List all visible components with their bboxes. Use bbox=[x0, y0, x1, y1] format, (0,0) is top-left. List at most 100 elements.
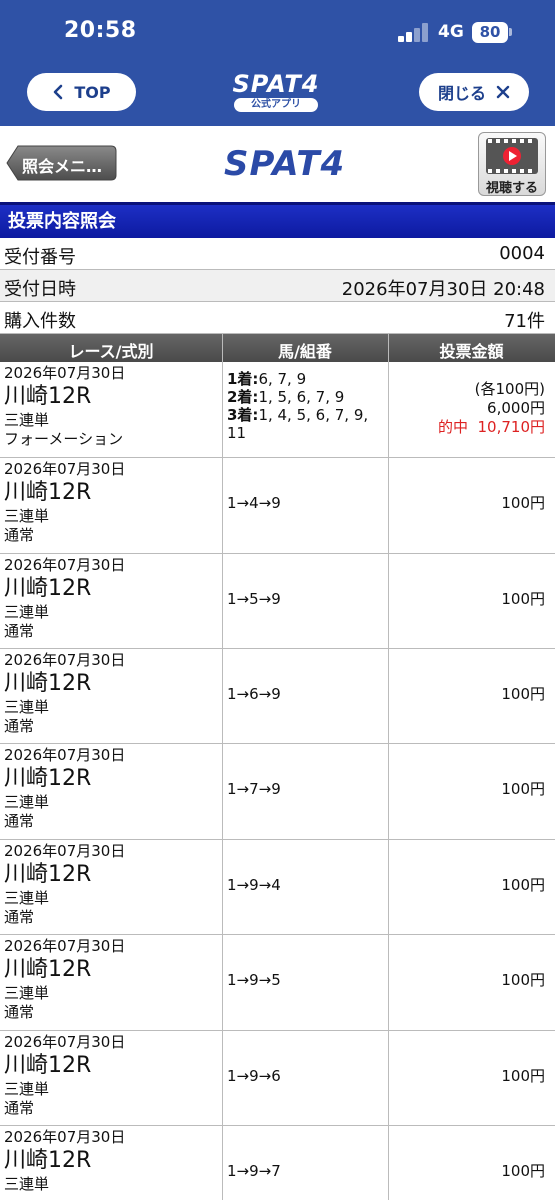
table-row: 2026年07月30日 川崎12R 三連単 通常 1→5→9 100円 bbox=[0, 554, 555, 649]
app-logo-sub: 公式アプリ bbox=[234, 98, 318, 112]
third-label: 3着: bbox=[227, 406, 259, 424]
table-row-formation: 2026年07月30日 川崎12R 三連単 フォーメーション 1着:6, 7, … bbox=[0, 362, 555, 458]
column-divider bbox=[222, 334, 223, 1200]
info-row-purchase-count: 購入件数 71件 bbox=[0, 302, 555, 334]
race-cell: 2026年07月30日 川崎12R 三連単 通常 bbox=[4, 460, 125, 545]
info-key: 受付番号 bbox=[4, 247, 76, 268]
app-logo-word: SPAT4 bbox=[232, 70, 320, 98]
bet-method: 通常 bbox=[4, 812, 35, 830]
table-row: 2026年07月30日 川崎12R 三連単 通常 1→9→5 100円 bbox=[0, 935, 555, 1031]
bet-method: 通常 bbox=[4, 1003, 35, 1021]
info-value: 71件 bbox=[504, 311, 545, 332]
header-race: レース/式別 bbox=[68, 342, 154, 361]
close-icon bbox=[496, 85, 510, 99]
amount-cell: 100円 bbox=[501, 494, 545, 512]
bet-type: 三連単 bbox=[4, 889, 50, 907]
play-icon bbox=[503, 147, 521, 165]
bet-method: 通常 bbox=[4, 622, 35, 640]
battery-tip bbox=[509, 28, 512, 36]
table-row: 2026年07月30日 川崎12R 三連単 通常 1→7→9 100円 bbox=[0, 744, 555, 840]
combo-cell: 1→9→5 bbox=[227, 971, 281, 989]
back-button-label: 照会メニ… bbox=[22, 157, 103, 176]
combo-cell: 1→5→9 bbox=[227, 590, 281, 608]
race-cell: 2026年07月30日 川崎12R 三連単 通常 bbox=[4, 842, 125, 927]
watch-button[interactable]: 視聴する bbox=[478, 132, 546, 196]
amount-cell: 100円 bbox=[501, 876, 545, 894]
top-button[interactable]: TOP bbox=[27, 73, 136, 111]
sub-header: 照会メニ… SPAT4 視聴する bbox=[0, 126, 555, 202]
race-cell: 2026年07月30日 川崎12R 三連単 通常 bbox=[4, 651, 125, 736]
amount-cell: 100円 bbox=[501, 971, 545, 989]
formation-combo: 1着:6, 7, 9 2着:1, 5, 6, 7, 9 3着:1, 4, 5, … bbox=[227, 370, 387, 442]
status-time: 20:58 bbox=[64, 18, 137, 43]
race-cell: 2026年07月30日 川崎12R 三連単 通常 bbox=[4, 556, 125, 641]
bet-type: 三連単 bbox=[4, 984, 50, 1002]
info-key: 受付日時 bbox=[4, 279, 76, 300]
info-key: 購入件数 bbox=[4, 311, 76, 332]
table-row: 2026年07月30日 川崎12R 三連単 通常 1→4→9 100円 bbox=[0, 458, 555, 554]
bet-type: 三連単 bbox=[4, 411, 50, 429]
race-cell: 2026年07月30日 川崎12R 三連単 フォーメーション bbox=[4, 364, 125, 449]
video-film-icon bbox=[486, 138, 538, 174]
info-row-receipt-datetime: 受付日時 2026年07月30日 20:48 bbox=[0, 270, 555, 302]
race-date: 2026年07月30日 bbox=[4, 651, 126, 669]
inquiry-menu-back-button[interactable]: 照会メニ… bbox=[6, 145, 117, 181]
combo-cell: 1→7→9 bbox=[227, 780, 281, 798]
close-button-label: 閉じる bbox=[437, 84, 486, 103]
battery-icon: 80 bbox=[472, 22, 508, 43]
race-venue: 川崎12R bbox=[4, 384, 92, 409]
bet-method: フォーメーション bbox=[4, 430, 124, 448]
race-date: 2026年07月30日 bbox=[4, 1128, 126, 1146]
race-date: 2026年07月30日 bbox=[4, 364, 126, 382]
amount-cell: (各100円) 6,000円 的中 10,710円 bbox=[438, 380, 545, 437]
second-picks: 1, 5, 6, 7, 9 bbox=[258, 388, 345, 406]
network-type: 4G bbox=[438, 22, 464, 42]
info-value: 0004 bbox=[499, 243, 545, 264]
combo-cell: 1→9→4 bbox=[227, 876, 281, 894]
bet-type: 三連単 bbox=[4, 793, 50, 811]
race-cell: 2026年07月30日 川崎12R 三連単 bbox=[4, 1128, 125, 1194]
combo-cell: 1→9→7 bbox=[227, 1162, 281, 1180]
third-picks-cont: 11 bbox=[227, 424, 247, 442]
hit-payout: 的中 10,710円 bbox=[438, 418, 545, 437]
signal-icon bbox=[398, 22, 432, 42]
second-label: 2着: bbox=[227, 388, 259, 406]
hit-label: 的中 bbox=[437, 418, 468, 436]
table-row: 2026年07月30日 川崎12R 三連単 通常 1→9→4 100円 bbox=[0, 840, 555, 935]
spat4-logo: SPAT4 bbox=[224, 144, 346, 184]
info-value: 2026年07月30日 20:48 bbox=[341, 279, 545, 300]
amount-cell: 100円 bbox=[501, 1162, 545, 1180]
status-bar: 20:58 4G 80 bbox=[0, 0, 555, 62]
race-venue: 川崎12R bbox=[4, 480, 92, 505]
race-date: 2026年07月30日 bbox=[4, 1033, 126, 1051]
app-logo: SPAT4 公式アプリ bbox=[230, 72, 322, 114]
bet-type: 三連単 bbox=[4, 698, 50, 716]
race-date: 2026年07月30日 bbox=[4, 937, 126, 955]
section-title: 投票内容照会 bbox=[0, 202, 555, 238]
race-venue: 川崎12R bbox=[4, 1148, 92, 1173]
watch-button-label: 視聴する bbox=[485, 181, 538, 196]
bet-method: 通常 bbox=[4, 1099, 35, 1117]
race-date: 2026年07月30日 bbox=[4, 746, 126, 764]
race-date: 2026年07月30日 bbox=[4, 842, 126, 860]
close-button[interactable]: 閉じる bbox=[419, 73, 529, 111]
third-picks: 1, 4, 5, 6, 7, 9, bbox=[258, 406, 369, 424]
header-amount: 投票金額 bbox=[439, 342, 504, 361]
race-venue: 川崎12R bbox=[4, 1053, 92, 1078]
table-row: 2026年07月30日 川崎12R 三連単 1→9→7 100円 bbox=[0, 1126, 555, 1200]
race-venue: 川崎12R bbox=[4, 862, 92, 887]
table-header: レース/式別 馬/組番 投票金額 bbox=[0, 334, 555, 362]
race-cell: 2026年07月30日 川崎12R 三連単 通常 bbox=[4, 937, 125, 1022]
combo-cell: 1→4→9 bbox=[227, 494, 281, 512]
each-amount: (各100円) bbox=[474, 380, 545, 398]
table-row: 2026年07月30日 川崎12R 三連単 通常 1→6→9 100円 bbox=[0, 649, 555, 744]
race-venue: 川崎12R bbox=[4, 576, 92, 601]
bet-method: 通常 bbox=[4, 908, 35, 926]
app-bar: 20:58 4G 80 TOP SPAT4 公式アプリ 閉じる bbox=[0, 0, 555, 126]
table-row: 2026年07月30日 川崎12R 三連単 通常 1→9→6 100円 bbox=[0, 1031, 555, 1126]
bet-type: 三連単 bbox=[4, 507, 50, 525]
bet-type: 三連単 bbox=[4, 1175, 50, 1193]
chevron-left-icon bbox=[54, 84, 63, 100]
column-divider bbox=[388, 334, 389, 1200]
total-amount: 6,000円 bbox=[487, 399, 545, 417]
